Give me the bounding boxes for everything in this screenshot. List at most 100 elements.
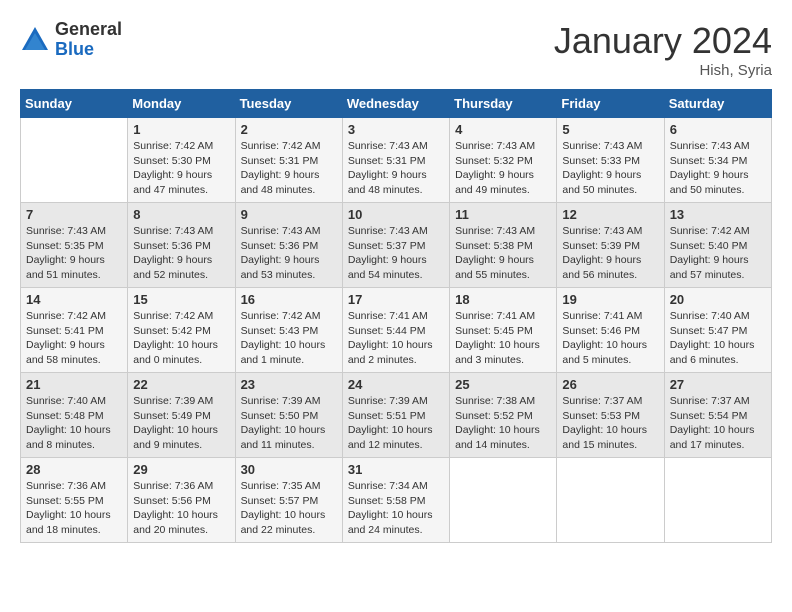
- calendar-cell: [450, 458, 557, 543]
- day-info: Sunrise: 7:42 AM Sunset: 5:30 PM Dayligh…: [133, 139, 229, 198]
- day-info: Sunrise: 7:43 AM Sunset: 5:36 PM Dayligh…: [241, 224, 337, 283]
- day-info: Sunrise: 7:41 AM Sunset: 5:44 PM Dayligh…: [348, 309, 444, 368]
- calendar-body: 1 Sunrise: 7:42 AM Sunset: 5:30 PM Daylig…: [21, 118, 772, 543]
- day-number: 19: [562, 292, 658, 307]
- calendar-cell: [21, 118, 128, 203]
- page-header: General Blue January 2024 Hish, Syria: [20, 20, 772, 79]
- day-number: 15: [133, 292, 229, 307]
- calendar-cell: 30 Sunrise: 7:35 AM Sunset: 5:57 PM Dayli…: [235, 458, 342, 543]
- day-number: 2: [241, 122, 337, 137]
- day-info: Sunrise: 7:39 AM Sunset: 5:49 PM Dayligh…: [133, 394, 229, 453]
- day-number: 5: [562, 122, 658, 137]
- calendar-cell: 31Sunrise: 7:34 AM Sunset: 5:58 PM Dayli…: [342, 458, 449, 543]
- day-info: Sunrise: 7:43 AM Sunset: 5:33 PM Dayligh…: [562, 139, 658, 198]
- calendar-cell: 2 Sunrise: 7:42 AM Sunset: 5:31 PM Daylig…: [235, 118, 342, 203]
- day-info: Sunrise: 7:42 AM Sunset: 5:43 PM Dayligh…: [241, 309, 337, 368]
- calendar-cell: 5 Sunrise: 7:43 AM Sunset: 5:33 PM Daylig…: [557, 118, 664, 203]
- day-number: 28: [26, 462, 122, 477]
- day-info: Sunrise: 7:39 AM Sunset: 5:51 PM Dayligh…: [348, 394, 444, 453]
- day-number: 12: [562, 207, 658, 222]
- calendar-cell: 11 Sunrise: 7:43 AM Sunset: 5:38 PM Dayli…: [450, 203, 557, 288]
- day-info: Sunrise: 7:34 AM Sunset: 5:58 PM Dayligh…: [348, 479, 444, 538]
- day-info: Sunrise: 7:43 AM Sunset: 5:35 PM Dayligh…: [26, 224, 122, 283]
- calendar-cell: 13 Sunrise: 7:42 AM Sunset: 5:40 PM Dayli…: [664, 203, 771, 288]
- day-info: Sunrise: 7:43 AM Sunset: 5:37 PM Dayligh…: [348, 224, 444, 283]
- calendar-cell: 19 Sunrise: 7:41 AM Sunset: 5:46 PM Dayli…: [557, 288, 664, 373]
- day-number: 17: [348, 292, 444, 307]
- header-thursday: Thursday: [450, 90, 557, 118]
- logo: General Blue: [20, 20, 122, 60]
- day-number: 10: [348, 207, 444, 222]
- day-info: Sunrise: 7:42 AM Sunset: 5:40 PM Dayligh…: [670, 224, 766, 283]
- day-info: Sunrise: 7:42 AM Sunset: 5:31 PM Dayligh…: [241, 139, 337, 198]
- calendar-cell: 17 Sunrise: 7:41 AM Sunset: 5:44 PM Dayli…: [342, 288, 449, 373]
- calendar-cell: 4 Sunrise: 7:43 AM Sunset: 5:32 PM Daylig…: [450, 118, 557, 203]
- logo-general-text: General: [55, 20, 122, 40]
- day-info: Sunrise: 7:38 AM Sunset: 5:52 PM Dayligh…: [455, 394, 551, 453]
- day-number: 11: [455, 207, 551, 222]
- day-number: 7: [26, 207, 122, 222]
- calendar-cell: 29Sunrise: 7:36 AM Sunset: 5:56 PM Dayli…: [128, 458, 235, 543]
- calendar-cell: 12Sunrise: 7:43 AM Sunset: 5:39 PM Dayli…: [557, 203, 664, 288]
- day-info: Sunrise: 7:39 AM Sunset: 5:50 PM Dayligh…: [241, 394, 337, 453]
- day-number: 23: [241, 377, 337, 392]
- day-number: 13: [670, 207, 766, 222]
- day-info: Sunrise: 7:36 AM Sunset: 5:55 PM Dayligh…: [26, 479, 122, 538]
- calendar-cell: 9 Sunrise: 7:43 AM Sunset: 5:36 PM Daylig…: [235, 203, 342, 288]
- header-monday: Monday: [128, 90, 235, 118]
- day-number: 14: [26, 292, 122, 307]
- calendar-week-5: 28 Sunrise: 7:36 AM Sunset: 5:55 PM Dayli…: [21, 458, 772, 543]
- calendar-cell: [664, 458, 771, 543]
- day-number: 3: [348, 122, 444, 137]
- calendar-cell: 3 Sunrise: 7:43 AM Sunset: 5:31 PM Daylig…: [342, 118, 449, 203]
- day-number: 20: [670, 292, 766, 307]
- day-number: 30: [241, 462, 337, 477]
- calendar-cell: 27Sunrise: 7:37 AM Sunset: 5:54 PM Dayli…: [664, 373, 771, 458]
- calendar-week-2: 7 Sunrise: 7:43 AM Sunset: 5:35 PM Daylig…: [21, 203, 772, 288]
- day-number: 25: [455, 377, 551, 392]
- day-number: 6: [670, 122, 766, 137]
- day-info: Sunrise: 7:43 AM Sunset: 5:32 PM Dayligh…: [455, 139, 551, 198]
- month-title: January 2024: [554, 20, 772, 62]
- logo-icon: [20, 25, 50, 55]
- day-info: Sunrise: 7:43 AM Sunset: 5:31 PM Dayligh…: [348, 139, 444, 198]
- header-friday: Friday: [557, 90, 664, 118]
- title-block: January 2024 Hish, Syria: [554, 20, 772, 79]
- header-wednesday: Wednesday: [342, 90, 449, 118]
- day-number: 29: [133, 462, 229, 477]
- day-number: 24: [348, 377, 444, 392]
- calendar-table: SundayMondayTuesdayWednesdayThursdayFrid…: [20, 89, 772, 543]
- day-info: Sunrise: 7:41 AM Sunset: 5:46 PM Dayligh…: [562, 309, 658, 368]
- calendar-cell: 18Sunrise: 7:41 AM Sunset: 5:45 PM Dayli…: [450, 288, 557, 373]
- calendar-cell: 7 Sunrise: 7:43 AM Sunset: 5:35 PM Daylig…: [21, 203, 128, 288]
- calendar-week-1: 1 Sunrise: 7:42 AM Sunset: 5:30 PM Daylig…: [21, 118, 772, 203]
- day-info: Sunrise: 7:43 AM Sunset: 5:38 PM Dayligh…: [455, 224, 551, 283]
- day-number: 8: [133, 207, 229, 222]
- calendar-cell: 26Sunrise: 7:37 AM Sunset: 5:53 PM Dayli…: [557, 373, 664, 458]
- calendar-cell: 10 Sunrise: 7:43 AM Sunset: 5:37 PM Dayli…: [342, 203, 449, 288]
- day-number: 22: [133, 377, 229, 392]
- day-info: Sunrise: 7:35 AM Sunset: 5:57 PM Dayligh…: [241, 479, 337, 538]
- calendar-cell: 28 Sunrise: 7:36 AM Sunset: 5:55 PM Dayli…: [21, 458, 128, 543]
- day-info: Sunrise: 7:43 AM Sunset: 5:36 PM Dayligh…: [133, 224, 229, 283]
- calendar-cell: 25 Sunrise: 7:38 AM Sunset: 5:52 PM Dayli…: [450, 373, 557, 458]
- header-saturday: Saturday: [664, 90, 771, 118]
- day-number: 16: [241, 292, 337, 307]
- day-number: 4: [455, 122, 551, 137]
- day-number: 27: [670, 377, 766, 392]
- location: Hish, Syria: [554, 62, 772, 79]
- calendar-cell: 24 Sunrise: 7:39 AM Sunset: 5:51 PM Dayli…: [342, 373, 449, 458]
- day-number: 18: [455, 292, 551, 307]
- day-number: 9: [241, 207, 337, 222]
- day-number: 1: [133, 122, 229, 137]
- day-number: 26: [562, 377, 658, 392]
- calendar-cell: 16 Sunrise: 7:42 AM Sunset: 5:43 PM Dayli…: [235, 288, 342, 373]
- day-info: Sunrise: 7:42 AM Sunset: 5:42 PM Dayligh…: [133, 309, 229, 368]
- day-info: Sunrise: 7:43 AM Sunset: 5:34 PM Dayligh…: [670, 139, 766, 198]
- calendar-cell: 8 Sunrise: 7:43 AM Sunset: 5:36 PM Daylig…: [128, 203, 235, 288]
- calendar-cell: 14Sunrise: 7:42 AM Sunset: 5:41 PM Dayli…: [21, 288, 128, 373]
- calendar-cell: 15 Sunrise: 7:42 AM Sunset: 5:42 PM Dayli…: [128, 288, 235, 373]
- calendar-cell: 22 Sunrise: 7:39 AM Sunset: 5:49 PM Dayli…: [128, 373, 235, 458]
- logo-blue-text: Blue: [55, 40, 122, 60]
- calendar-header-row: SundayMondayTuesdayWednesdayThursdayFrid…: [21, 90, 772, 118]
